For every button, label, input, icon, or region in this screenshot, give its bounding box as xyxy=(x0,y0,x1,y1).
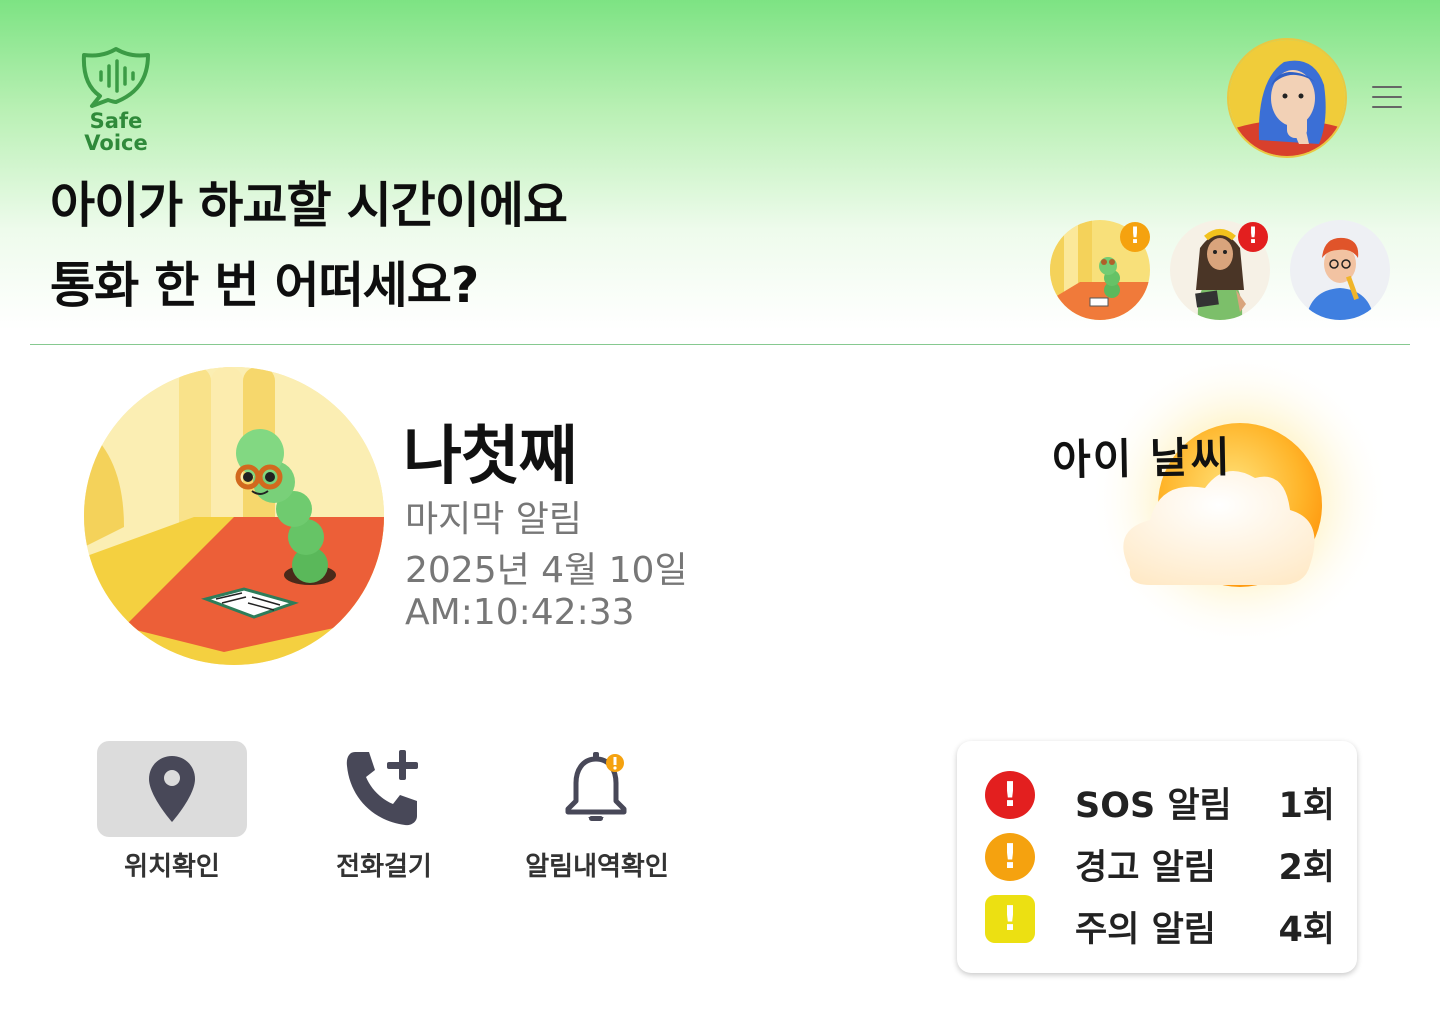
safevoice-logo[interactable]: Safe Voice xyxy=(78,44,154,156)
child-2-alert-badge: ! xyxy=(1238,222,1268,252)
menu-line xyxy=(1372,96,1402,98)
exclamation-square-icon: ! xyxy=(985,895,1035,943)
headline-line-1: 아이가 하교할 시간이에요 xyxy=(50,177,568,234)
check-location-label: 위치확인 xyxy=(124,852,220,882)
child-profile-picture xyxy=(84,367,384,665)
child-1-alert-badge: ! xyxy=(1120,222,1150,252)
location-pin-icon xyxy=(97,741,247,837)
brand-name: Safe Voice xyxy=(78,110,154,154)
sos-alert-label: SOS 알림 xyxy=(1075,786,1232,826)
last-alert-date: 2025년 4월 10일 xyxy=(405,550,688,591)
brand-line-1: Safe xyxy=(89,109,143,133)
headline-line-2: 통화 한 번 어떠세요? xyxy=(50,257,479,314)
brand-line-2: Voice xyxy=(84,131,148,155)
last-alert-label: 마지막 알림 xyxy=(405,499,583,540)
check-location-button[interactable]: 위치확인 xyxy=(97,741,247,883)
warning-alert-count: 2회 xyxy=(1278,848,1335,888)
sos-alert-row: ! SOS 알림 1회 xyxy=(985,769,1335,826)
make-call-label: 전화걸기 xyxy=(336,852,432,882)
phone-add-icon xyxy=(309,741,459,837)
child-avatar-3[interactable] xyxy=(1290,220,1390,320)
bell-alert-icon xyxy=(522,741,672,837)
caterpillar-reading-image xyxy=(84,367,384,665)
exclamation-circle-icon: ! xyxy=(985,833,1035,881)
last-alert-time: AM:10:42:33 xyxy=(405,592,635,633)
caution-alert-row: ! 주의 알림 4회 xyxy=(985,893,1335,950)
make-call-button[interactable]: 전화걸기 xyxy=(309,741,459,883)
warning-alert-row: ! 경고 알림 2회 xyxy=(985,831,1335,888)
child-name: 나첫째 xyxy=(403,420,578,494)
sos-alert-count: 1회 xyxy=(1278,786,1335,826)
user-avatar[interactable] xyxy=(1227,38,1347,158)
caution-alert-label: 주의 알림 xyxy=(1075,910,1216,950)
user-avatar-image xyxy=(1229,40,1345,156)
sun-behind-cloud-icon xyxy=(1040,350,1400,650)
alert-history-button[interactable]: 알림내역확인 xyxy=(522,741,672,883)
hamburger-menu-icon[interactable] xyxy=(1372,86,1402,110)
menu-line xyxy=(1372,106,1402,108)
boy-pencil-avatar xyxy=(1290,220,1390,320)
header-divider xyxy=(30,344,1410,345)
headline: 아이가 하교할 시간이에요 통화 한 번 어떠세요? xyxy=(50,166,568,326)
caution-alert-count: 4회 xyxy=(1278,910,1335,950)
alert-history-label: 알림내역확인 xyxy=(525,852,669,882)
shield-speech-icon xyxy=(81,47,150,108)
warning-alert-label: 경고 알림 xyxy=(1075,848,1216,888)
alert-summary-card[interactable]: ! SOS 알림 1회 ! 경고 알림 2회 ! 주의 알림 4회 xyxy=(957,741,1357,973)
weather-label: 아이 날씨 xyxy=(1051,432,1232,485)
menu-line xyxy=(1372,86,1402,88)
exclamation-circle-icon: ! xyxy=(985,771,1035,819)
